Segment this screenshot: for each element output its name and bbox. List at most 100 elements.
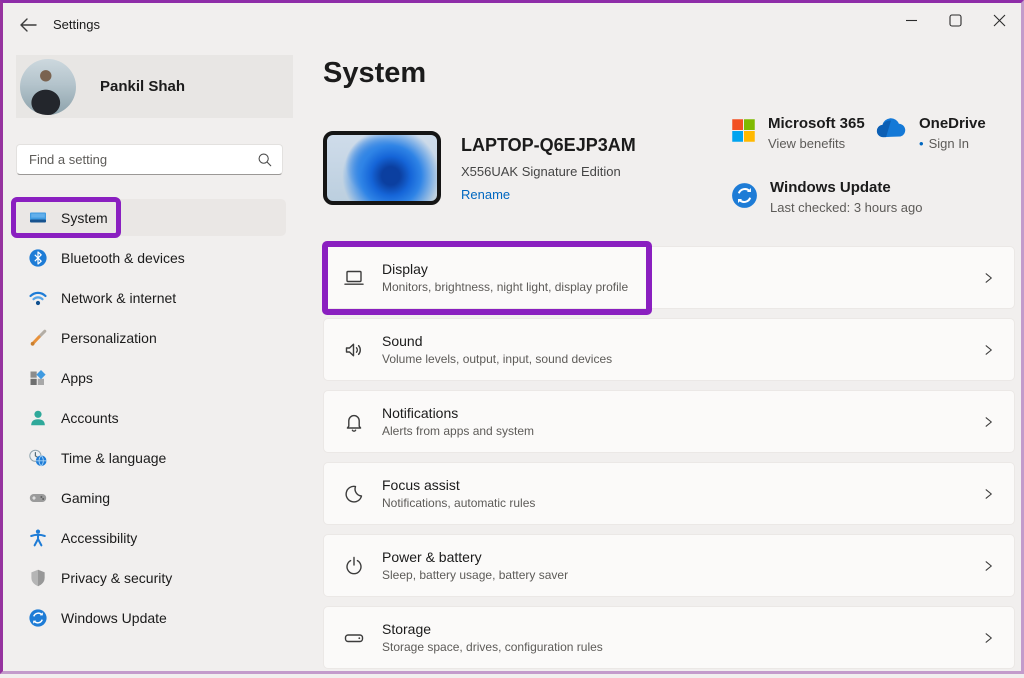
- privacy-icon: [28, 568, 48, 588]
- apps-icon: [28, 368, 48, 388]
- status-title: Windows Update: [770, 179, 923, 196]
- device-header: LAPTOP-Q6EJP3AM X556UAK Signature Editio…: [323, 131, 636, 205]
- settings-row-sound[interactable]: Sound Volume levels, output, input, soun…: [323, 318, 1015, 381]
- row-subtitle: Monitors, brightness, night light, displ…: [382, 280, 628, 294]
- sidebar-item-windows-update[interactable]: Windows Update: [16, 599, 286, 636]
- sidebar-item-label: System: [61, 210, 108, 226]
- sidebar-item-label: Network & internet: [61, 290, 176, 306]
- row-subtitle: Alerts from apps and system: [382, 424, 534, 438]
- maximize-icon: [949, 14, 962, 27]
- system-icon: [28, 208, 48, 228]
- close-button[interactable]: [977, 3, 1021, 37]
- sidebar-item-label: Privacy & security: [61, 570, 172, 586]
- settings-row-storage[interactable]: Storage Storage space, drives, configura…: [323, 606, 1015, 669]
- sidebar-item-time-language[interactable]: Time & language: [16, 439, 286, 476]
- accounts-icon: [28, 408, 48, 428]
- onedrive-icon: [875, 118, 907, 151]
- personalization-icon: [28, 328, 48, 348]
- status-title: OneDrive: [919, 115, 986, 132]
- rename-link[interactable]: Rename: [461, 187, 510, 202]
- back-button[interactable]: [13, 11, 43, 39]
- sidebar-item-privacy-security[interactable]: Privacy & security: [16, 559, 286, 596]
- notifications-icon: [342, 410, 366, 434]
- sidebar-item-label: Accounts: [61, 410, 119, 426]
- sidebar-item-apps[interactable]: Apps: [16, 359, 286, 396]
- time-language-icon: [28, 448, 48, 468]
- status-title: Microsoft 365: [768, 115, 865, 132]
- row-subtitle: Sleep, battery usage, battery saver: [382, 568, 568, 582]
- window-controls: [889, 3, 1021, 37]
- minimize-icon: [905, 14, 918, 27]
- maximize-button[interactable]: [933, 3, 977, 37]
- device-name: LAPTOP-Q6EJP3AM: [461, 135, 636, 156]
- bluetooth-icon: [28, 248, 48, 268]
- row-title: Notifications: [382, 405, 534, 421]
- row-subtitle: Volume levels, output, input, sound devi…: [382, 352, 612, 366]
- page-title: System: [323, 57, 426, 90]
- sidebar-item-bluetooth-devices[interactable]: Bluetooth & devices: [16, 239, 286, 276]
- status-card-microsoft-365: Microsoft 365 View benefits: [731, 115, 865, 151]
- sidebar-item-label: Bluetooth & devices: [61, 250, 185, 266]
- power-icon: [342, 554, 366, 578]
- sidebar-item-label: Time & language: [61, 450, 166, 466]
- row-subtitle: Notifications, automatic rules: [382, 496, 535, 510]
- chevron-right-icon: [981, 558, 996, 573]
- search-icon: [257, 152, 272, 167]
- chevron-right-icon: [981, 270, 996, 285]
- chevron-right-icon: [981, 486, 996, 501]
- sidebar-item-system[interactable]: System: [16, 199, 286, 236]
- settings-list: Display Monitors, brightness, night ligh…: [323, 246, 1015, 678]
- settings-row-focus-assist[interactable]: Focus assist Notifications, automatic ru…: [323, 462, 1015, 525]
- titlebar: Settings: [3, 3, 1021, 45]
- search-box: [16, 144, 283, 175]
- user-profile[interactable]: Pankil Shah: [16, 55, 293, 118]
- sidebar-item-label: Apps: [61, 370, 93, 386]
- sidebar-item-label: Windows Update: [61, 610, 167, 626]
- chevron-right-icon: [981, 414, 996, 429]
- display-icon: [342, 266, 366, 290]
- row-title: Power & battery: [382, 549, 568, 565]
- gaming-icon: [28, 488, 48, 508]
- settings-row-notifications[interactable]: Notifications Alerts from apps and syste…: [323, 390, 1015, 453]
- last-checked-text: Last checked: 3 hours ago: [770, 200, 923, 215]
- sidebar-item-label: Accessibility: [61, 530, 137, 546]
- close-icon: [993, 14, 1006, 27]
- sign-in-link[interactable]: Sign In: [929, 136, 969, 151]
- status-card-onedrive: OneDrive • Sign In: [875, 115, 986, 151]
- settings-row-display[interactable]: Display Monitors, brightness, night ligh…: [323, 246, 1015, 309]
- device-edition: X556UAK Signature Edition: [461, 164, 636, 179]
- sign-in-bullet: •: [919, 136, 924, 151]
- sidebar-item-label: Gaming: [61, 490, 110, 506]
- row-title: Display: [382, 261, 628, 277]
- storage-icon: [342, 626, 366, 650]
- settings-row-power-battery[interactable]: Power & battery Sleep, battery usage, ba…: [323, 534, 1015, 597]
- status-card-windows-update: Windows Update Last checked: 3 hours ago: [731, 179, 923, 215]
- row-subtitle: Storage space, drives, configuration rul…: [382, 640, 603, 654]
- focus-assist-icon: [342, 482, 366, 506]
- sidebar-item-gaming[interactable]: Gaming: [16, 479, 286, 516]
- microsoft-365-icon: [731, 118, 756, 151]
- sidebar-item-personalization[interactable]: Personalization: [16, 319, 286, 356]
- sound-icon: [342, 338, 366, 362]
- window-title: Settings: [53, 17, 100, 32]
- minimize-button[interactable]: [889, 3, 933, 37]
- chevron-right-icon: [981, 630, 996, 645]
- user-name: Pankil Shah: [100, 78, 185, 95]
- chevron-right-icon: [981, 342, 996, 357]
- network-icon: [28, 288, 48, 308]
- sidebar-item-accounts[interactable]: Accounts: [16, 399, 286, 436]
- device-wallpaper-image: [323, 131, 441, 205]
- sidebar-item-label: Personalization: [61, 330, 157, 346]
- sidebar-item-accessibility[interactable]: Accessibility: [16, 519, 286, 556]
- accessibility-icon: [28, 528, 48, 548]
- view-benefits-link[interactable]: View benefits: [768, 136, 845, 151]
- sidebar-nav: System Bluetooth & devices Network & int…: [16, 199, 286, 639]
- windows-update-status-icon: [731, 182, 758, 215]
- row-title: Sound: [382, 333, 612, 349]
- sidebar-item-network-internet[interactable]: Network & internet: [16, 279, 286, 316]
- avatar: [20, 59, 76, 115]
- windows-update-icon: [28, 608, 48, 628]
- search-input[interactable]: [17, 152, 257, 167]
- row-title: Storage: [382, 621, 603, 637]
- row-title: Focus assist: [382, 477, 535, 493]
